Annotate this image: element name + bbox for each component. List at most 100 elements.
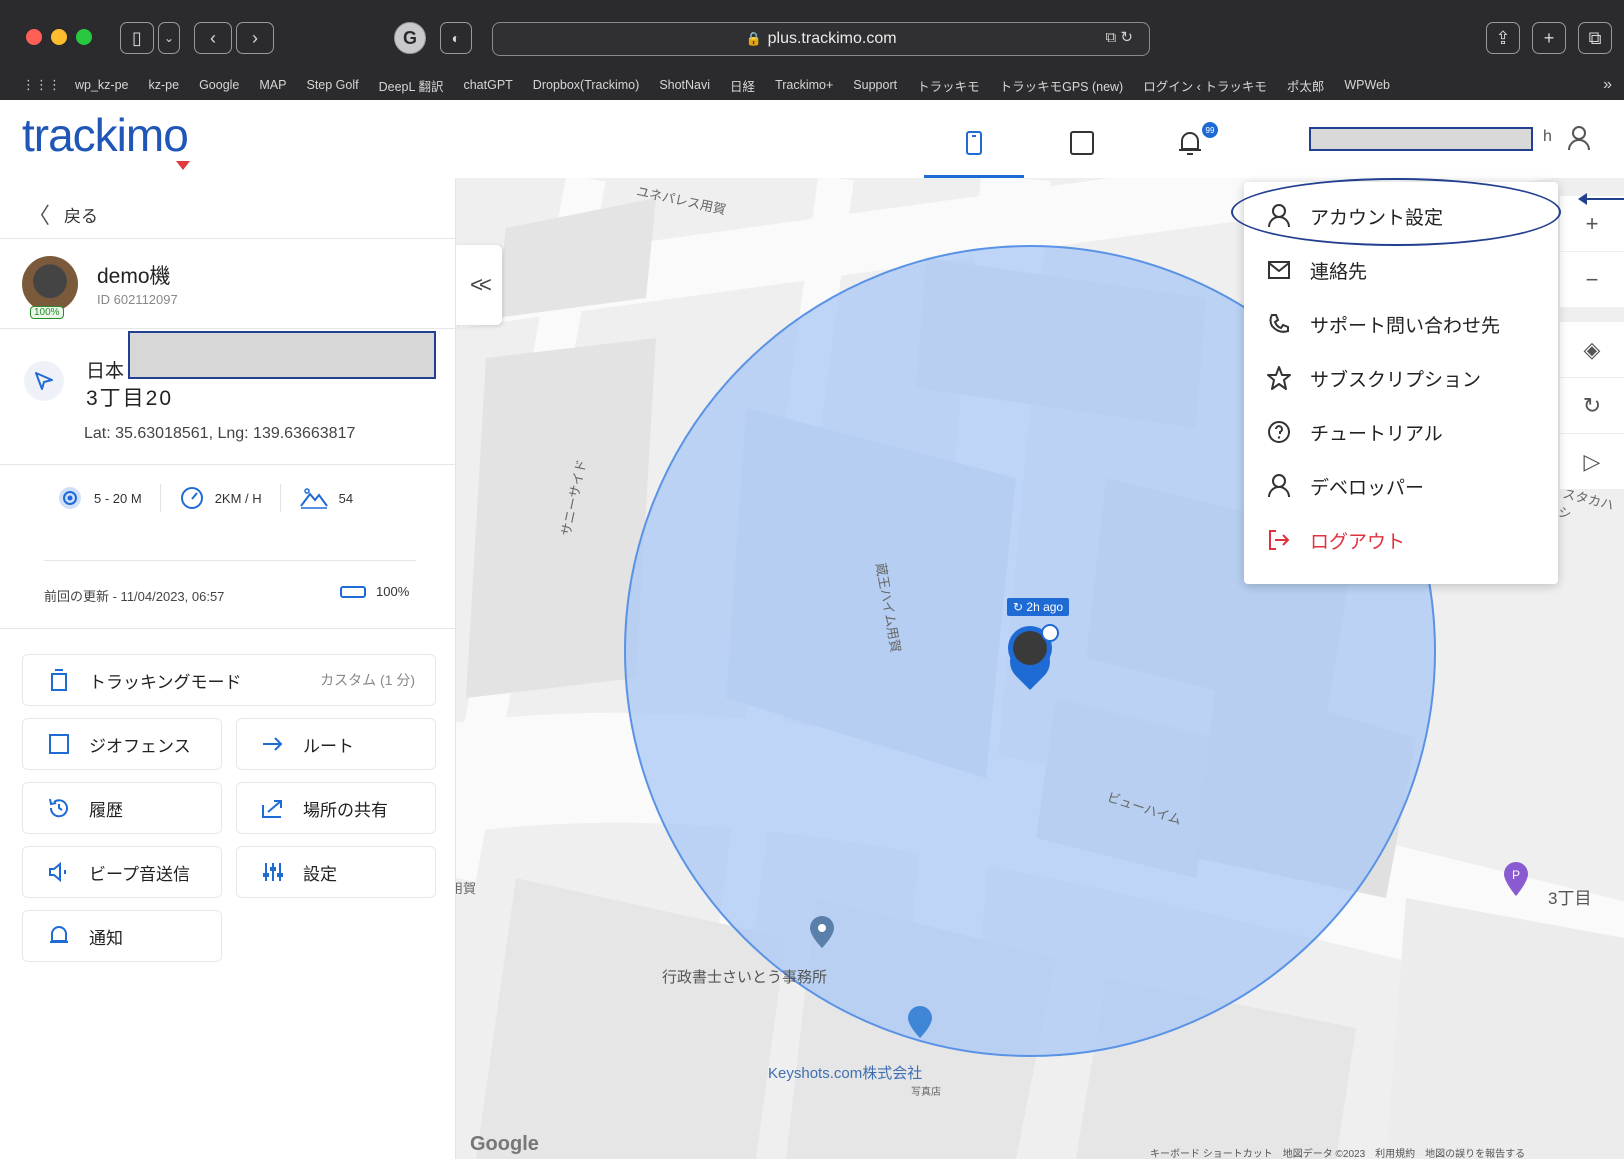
zoom-in-button[interactable]: + — [1560, 196, 1624, 252]
translate-reload-icon[interactable]: ⧉ ↻ — [1106, 28, 1133, 46]
map-label-chome: 3丁目 — [1548, 889, 1592, 908]
tab-notifications[interactable]: 99 — [1140, 108, 1240, 178]
route-label: ルート — [303, 736, 354, 756]
minimize-window-button[interactable] — [51, 29, 67, 45]
square-icon — [1070, 131, 1094, 155]
bell-icon — [1179, 132, 1201, 155]
google-logo: Google — [470, 1133, 539, 1155]
route-button[interactable]: ルート — [236, 718, 436, 770]
menu-item-subscription[interactable]: サブスクリプション — [1266, 358, 1481, 398]
menu-label: ログアウト — [1310, 531, 1406, 553]
menu-item-support[interactable]: サポート問い合わせ先 — [1266, 304, 1500, 344]
notification-badge: 99 — [1202, 122, 1218, 138]
tab-geofence[interactable] — [1032, 108, 1132, 178]
geofence-button[interactable]: ジオフェンス — [22, 718, 222, 770]
trackimo-logo[interactable]: trackimo — [22, 108, 189, 162]
collapse-panel-button[interactable]: << — [456, 245, 502, 325]
bookmark-item[interactable]: ShotNavi — [659, 78, 710, 92]
bookmark-item[interactable]: Google — [199, 78, 239, 92]
window-controls — [26, 29, 92, 45]
extension-g-icon[interactable]: G — [394, 22, 426, 54]
device-avatar — [22, 256, 78, 312]
zoom-window-button[interactable] — [76, 29, 92, 45]
locate-icon[interactable]: ▷ — [1560, 434, 1624, 490]
bookmark-item[interactable]: トラッキモGPS (new) — [1000, 76, 1124, 95]
share-icon — [261, 796, 285, 820]
last-update: 前回の更新 - 11/04/2023, 06:57 — [44, 589, 225, 604]
map-place-keyshots[interactable]: Keyshots.com株式会社 — [768, 1062, 922, 1083]
apps-grid-icon[interactable]: ⋮⋮⋮ — [22, 77, 61, 93]
bookmarks-overflow-icon[interactable]: » — [1603, 76, 1612, 94]
bookmark-item[interactable]: WPWeb — [1344, 78, 1390, 92]
bookmark-item[interactable]: chatGPT — [463, 78, 512, 92]
address-bar[interactable]: 🔒 plus.trackimo.com ⧉ ↻ — [492, 22, 1150, 56]
speed-value: 2KM / H — [214, 490, 262, 506]
menu-item-contacts[interactable]: 連絡先 — [1266, 250, 1367, 290]
map-attribution[interactable]: キーボード ショートカット 地図データ ©2023 利用規約 地図の誤りを報告す… — [1150, 1145, 1525, 1160]
layers-icon[interactable]: ◈ — [1560, 322, 1624, 378]
bookmark-item[interactable]: kz-pe — [149, 78, 180, 92]
tab-overview-icon[interactable]: ⧉ — [1578, 22, 1612, 54]
privacy-shield-icon[interactable]: ◐ — [440, 22, 472, 54]
back-nav-button[interactable]: ‹ — [194, 22, 232, 54]
zoom-out-button[interactable]: − — [1560, 252, 1624, 308]
bell-icon — [47, 924, 71, 948]
url-text: plus.trackimo.com — [767, 30, 897, 47]
annotation-ellipse — [1231, 178, 1561, 246]
share-icon[interactable]: ⇪ — [1486, 22, 1520, 54]
bookmark-item[interactable]: DeepL 翻訳 — [379, 76, 444, 95]
bookmark-item[interactable]: Dropbox(Trackimo) — [533, 78, 640, 92]
bookmark-item[interactable]: トラッキモ — [917, 76, 980, 95]
speedometer-icon — [180, 487, 203, 509]
back-label: 戻る — [64, 206, 99, 226]
accuracy-icon — [59, 487, 81, 509]
menu-item-developer[interactable]: デベロッパー — [1266, 466, 1424, 506]
notifications-button[interactable]: 通知 — [22, 910, 222, 962]
bookmark-item[interactable]: MAP — [259, 78, 286, 92]
chevron-left-icon: 〈 — [28, 203, 51, 228]
map-label-edge: 用賀 — [456, 881, 477, 896]
device-id: ID 602112097 — [97, 292, 178, 307]
back-button[interactable]: 〈 戻る — [28, 198, 98, 230]
bookmark-item[interactable]: wp_kz-pe — [75, 78, 129, 92]
refresh-icon[interactable]: ↻ — [1560, 378, 1624, 434]
history-button[interactable]: 履歴 — [22, 782, 222, 834]
sliders-icon — [261, 860, 285, 884]
settings-button[interactable]: 設定 — [236, 846, 436, 898]
menu-label: デベロッパー — [1310, 477, 1425, 499]
menu-item-logout[interactable]: ログアウト — [1266, 520, 1405, 560]
bookmark-item[interactable]: Trackimo+ — [775, 78, 833, 92]
close-window-button[interactable] — [26, 29, 42, 45]
user-icon — [1266, 473, 1292, 499]
bookmark-item[interactable]: Support — [853, 78, 897, 92]
forward-nav-button[interactable]: › — [236, 22, 274, 54]
chevron-down-icon[interactable]: ⌄ — [158, 22, 180, 54]
share-location-button[interactable]: 場所の共有 — [236, 782, 436, 834]
notifications-label: 通知 — [89, 928, 123, 948]
last-seen-text: 2h ago — [1026, 600, 1064, 614]
device-stats: 5 - 20 M 2KM / H 54 — [56, 484, 389, 512]
address-line2: 3丁目20 — [86, 387, 174, 410]
menu-item-tutorial[interactable]: チュートリアル — [1266, 412, 1443, 452]
share-location-label: 場所の共有 — [303, 800, 388, 820]
new-tab-icon[interactable]: + — [1532, 22, 1566, 54]
tracking-mode-button[interactable]: トラッキングモード カスタム (1 分) — [22, 654, 436, 706]
browser-chrome: ▯ ⌄ ‹ › G ◐ 🔒 plus.trackimo.com ⧉ ↻ ⇪ + … — [0, 0, 1624, 100]
beep-button[interactable]: ビープ音送信 — [22, 846, 222, 898]
sidebar-toggle-icon[interactable]: ▯ — [120, 22, 154, 54]
logo-pin-icon — [176, 161, 190, 170]
map-place-gyosei[interactable]: 行政書士さいとう事務所 — [662, 966, 827, 987]
tracking-mode-value: カスタム (1 分) — [320, 672, 415, 688]
menu-label: チュートリアル — [1310, 423, 1443, 445]
battery-icon — [340, 585, 366, 598]
arrow-right-icon — [261, 732, 285, 756]
menu-label: 連絡先 — [1310, 261, 1368, 283]
tab-devices[interactable] — [924, 108, 1024, 178]
avatar-battery-badge: 100% — [30, 306, 64, 319]
bookmark-item[interactable]: Step Golf — [306, 78, 358, 92]
user-menu-button[interactable] — [1566, 124, 1592, 157]
last-seen-badge: ↻ 2h ago — [1007, 598, 1070, 616]
bookmark-item[interactable]: 日経 — [730, 76, 755, 95]
bookmark-item[interactable]: ログイン ‹ トラッキモ — [1143, 76, 1267, 95]
bookmark-item[interactable]: ポ太郎 — [1287, 76, 1325, 95]
